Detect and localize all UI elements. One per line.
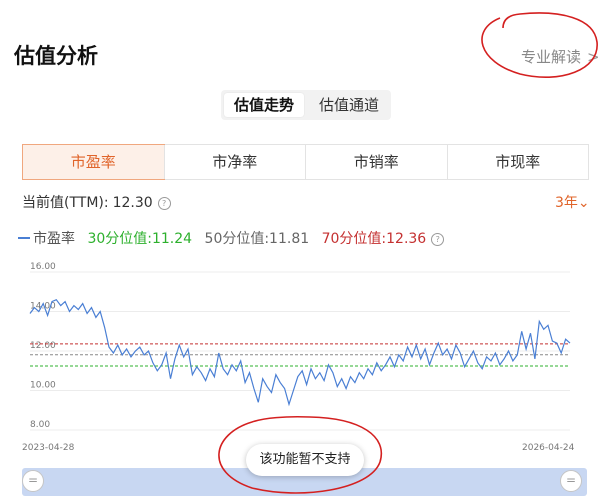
chart-legend: 市盈率 30分位值:11.24 50分位值:11.81 70分位值:12.36? [18, 228, 445, 248]
legend-help-icon[interactable]: ? [431, 233, 445, 246]
current-value: 当前值(TTM): 12.30? [22, 192, 171, 212]
segment-valuation-trend[interactable]: 估值走势 [224, 93, 304, 117]
y-tick-label: 10.00 [30, 381, 56, 391]
scroll-left-handle[interactable]: = [22, 470, 44, 492]
unsupported-toast: 该功能暂不支持 [246, 444, 364, 476]
y-tick-label: 12.00 [30, 341, 56, 351]
period-selector[interactable]: 3年⌄ [555, 192, 590, 212]
legend-p50: 50分位值:11.81 [204, 231, 310, 247]
x-start-label: 2023-04-28 [22, 443, 75, 453]
tab-pcf[interactable]: 市现率 [446, 145, 589, 179]
chevron-down-icon: ⌄ [577, 195, 590, 211]
y-tick-label: 8.00 [30, 420, 50, 430]
pe-line-chart[interactable]: 16.0014.0012.0010.008.00 [0, 258, 611, 443]
segment-valuation-channel[interactable]: 估值通道 [309, 93, 389, 117]
legend-p70: 70分位值:12.36 [321, 231, 427, 247]
tab-ps[interactable]: 市销率 [305, 145, 447, 179]
current-value-number: 12.30 [112, 195, 153, 211]
series-line [29, 298, 571, 407]
series-line-icon [18, 237, 30, 239]
legend-p30: 30分位值:11.24 [87, 231, 193, 247]
scroll-right-handle[interactable]: = [560, 470, 582, 492]
page-title: 估值分析 [14, 44, 98, 68]
tab-pe[interactable]: 市盈率 [22, 144, 165, 180]
expert-analysis-link[interactable]: 专业解读 > [521, 46, 600, 67]
period-label: 3年 [555, 195, 578, 211]
help-icon[interactable]: ? [157, 197, 171, 210]
chevron-right-icon: > [587, 48, 600, 66]
tab-pb[interactable]: 市净率 [163, 145, 306, 179]
x-end-label: 2026-04-24 [522, 443, 575, 453]
metric-tabs: 市盈率 市净率 市销率 市现率 [22, 144, 589, 180]
y-tick-label: 16.00 [30, 262, 56, 272]
expert-analysis-label: 专业解读 [521, 48, 582, 66]
current-value-label: 当前值(TTM): [22, 195, 109, 211]
view-segment-control: 估值走势 估值通道 [221, 90, 391, 120]
legend-series: 市盈率 [33, 231, 75, 247]
